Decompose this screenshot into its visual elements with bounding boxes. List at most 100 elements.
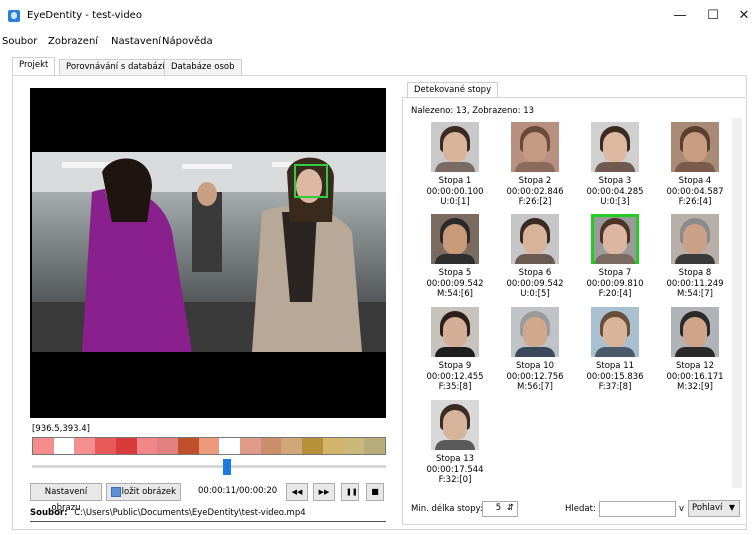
track-card[interactable]: Stopa 6 00:00:09.542 U:0:[5] <box>496 214 574 300</box>
track-timeline[interactable] <box>32 437 386 455</box>
search-input[interactable] <box>599 501 676 517</box>
track-card[interactable]: Stopa 8 00:00:11.249 M:54:[7] <box>656 214 734 300</box>
track-thumbnail[interactable] <box>431 307 479 357</box>
minimize-button[interactable]: — <box>667 6 693 26</box>
main-tabs: Projekt Porovnávání s databází Databáze … <box>12 57 747 76</box>
filter-select-value: Pohlaví <box>692 503 723 513</box>
thumbnail-portrait <box>443 224 467 254</box>
timeline-segment <box>322 438 344 454</box>
track-card[interactable]: Stopa 9 00:00:12.455 F:35:[8] <box>416 307 494 393</box>
track-time: 00:00:09.542 <box>426 278 484 289</box>
track-name: Stopa 1 <box>438 176 472 186</box>
menu-zobrazeni[interactable]: Zobrazení <box>48 36 98 47</box>
track-card[interactable]: Stopa 2 00:00:02.846 F:26:[2] <box>496 122 574 208</box>
tab-porovnavani[interactable]: Porovnávání s databází <box>59 59 172 75</box>
track-thumbnail[interactable] <box>431 214 479 264</box>
track-thumbnail[interactable] <box>671 122 719 172</box>
track-card[interactable]: Stopa 10 00:00:12.756 M:56:[7] <box>496 307 574 393</box>
track-thumbnail[interactable] <box>511 214 559 264</box>
maximize-button[interactable]: ☐ <box>700 6 726 26</box>
track-card[interactable]: Stopa 12 00:00:16.171 M:32:[9] <box>656 307 734 393</box>
thumbnail-portrait <box>523 317 547 347</box>
timeline-segment <box>74 438 96 454</box>
track-name: Stopa 9 <box>438 361 472 371</box>
track-time: 00:00:09.810 <box>586 278 644 289</box>
min-length-label: Min. délka stopy: <box>411 504 483 514</box>
track-thumbnail[interactable] <box>511 307 559 357</box>
tracks-scrollbar[interactable] <box>732 118 742 488</box>
seek-slider-track[interactable] <box>32 465 386 468</box>
track-thumbnail[interactable] <box>591 307 639 357</box>
file-path: C:\Users\Public\Documents\EyeDentity\tes… <box>74 508 306 518</box>
timeline-segment <box>157 438 178 454</box>
save-image-icon <box>111 487 121 497</box>
track-info: M:54:[7] <box>677 289 713 299</box>
track-card[interactable]: Stopa 5 00:00:09.542 M:54:[6] <box>416 214 494 300</box>
tab-detected-tracks[interactable]: Detekované stopy <box>407 82 499 98</box>
timeline-segment <box>281 438 303 454</box>
track-thumbnail[interactable] <box>431 400 479 450</box>
thumbnail-portrait <box>443 410 467 440</box>
thumbnail-portrait <box>595 347 635 357</box>
seek-slider-thumb[interactable] <box>222 459 231 475</box>
image-settings-button[interactable]: Nastavení obrazu <box>30 483 102 513</box>
found-summary: Nalezeno: 13, Zobrazeno: 13 <box>411 106 535 116</box>
track-name: Stopa 8 <box>678 268 712 278</box>
track-thumbnail[interactable] <box>591 214 639 264</box>
timeline-segment <box>95 438 116 454</box>
thumbnail-portrait <box>515 254 555 264</box>
thumbnail-portrait <box>683 132 707 162</box>
min-length-spinner[interactable]: 5 ⇵ <box>482 501 518 517</box>
track-card[interactable]: Stopa 3 00:00:04.285 U:0:[3] <box>576 122 654 208</box>
thumbnail-portrait <box>603 224 627 254</box>
track-card[interactable]: Stopa 11 00:00:15.836 F:37:[8] <box>576 307 654 393</box>
track-card[interactable]: Stopa 1 00:00:00.100 U:0:[1] <box>416 122 494 208</box>
track-thumbnail[interactable] <box>671 307 719 357</box>
track-thumbnail[interactable] <box>591 122 639 172</box>
track-info: U:0:[3] <box>600 197 630 207</box>
track-info: F:32:[0] <box>438 475 472 485</box>
fast-forward-button[interactable]: ▶▶ <box>313 483 335 501</box>
thumbnail-portrait <box>515 347 555 357</box>
track-name: Stopa 7 <box>598 268 632 278</box>
face-detection-box <box>294 164 328 198</box>
track-thumbnail[interactable] <box>671 214 719 264</box>
track-info: F:20:[4] <box>598 289 632 299</box>
thumbnail-portrait <box>523 132 547 162</box>
track-thumbnail[interactable] <box>431 122 479 172</box>
menu-napoveda[interactable]: Nápověda <box>162 36 213 47</box>
menu-nastaveni[interactable]: Nastavení <box>111 36 161 47</box>
spinner-arrows-icon[interactable]: ⇵ <box>507 503 514 513</box>
track-info: F:35:[8] <box>438 382 472 392</box>
cursor-coordinates: [936.5,393.4] <box>32 424 91 434</box>
thumbnail-portrait <box>683 317 707 347</box>
thumbnail-portrait <box>603 317 627 347</box>
track-card[interactable]: Stopa 4 00:00:04.587 F:26:[4] <box>656 122 734 208</box>
pause-button[interactable]: ❚❚ <box>341 483 359 501</box>
track-time: 00:00:04.587 <box>666 186 724 197</box>
save-image-button[interactable]: Uložit obrázek <box>106 483 181 501</box>
track-thumbnail[interactable] <box>511 122 559 172</box>
track-info: U:0:[1] <box>440 197 470 207</box>
rewind-button[interactable]: ◀◀ <box>286 483 308 501</box>
track-card[interactable]: Stopa 13 00:00:17.544 F:32:[0] <box>416 400 494 486</box>
chevron-down-icon: ▼ <box>728 503 735 512</box>
menu-soubor[interactable]: Soubor <box>2 36 37 47</box>
timeline-segment <box>198 438 220 454</box>
tab-databaze-osob[interactable]: Databáze osob <box>164 59 242 75</box>
timeline-segment <box>302 438 323 454</box>
track-info: M:56:[7] <box>517 382 553 392</box>
track-name: Stopa 10 <box>515 361 555 371</box>
track-time: 00:00:16.171 <box>666 371 724 382</box>
tab-projekt[interactable]: Projekt <box>12 57 56 76</box>
track-time: 00:00:11.249 <box>666 278 724 289</box>
track-name: Stopa 12 <box>675 361 715 371</box>
track-name: Stopa 5 <box>438 268 472 278</box>
track-card[interactable]: Stopa 7 00:00:09.810 F:20:[4] <box>576 214 654 300</box>
close-button[interactable]: ✕ <box>731 6 753 26</box>
stop-button[interactable]: ■ <box>366 483 384 501</box>
timeline-segment <box>177 438 199 454</box>
timeline-segment <box>115 438 137 454</box>
track-time: 00:00:09.542 <box>506 278 564 289</box>
filter-select[interactable]: Pohlaví ▼ <box>688 500 740 517</box>
